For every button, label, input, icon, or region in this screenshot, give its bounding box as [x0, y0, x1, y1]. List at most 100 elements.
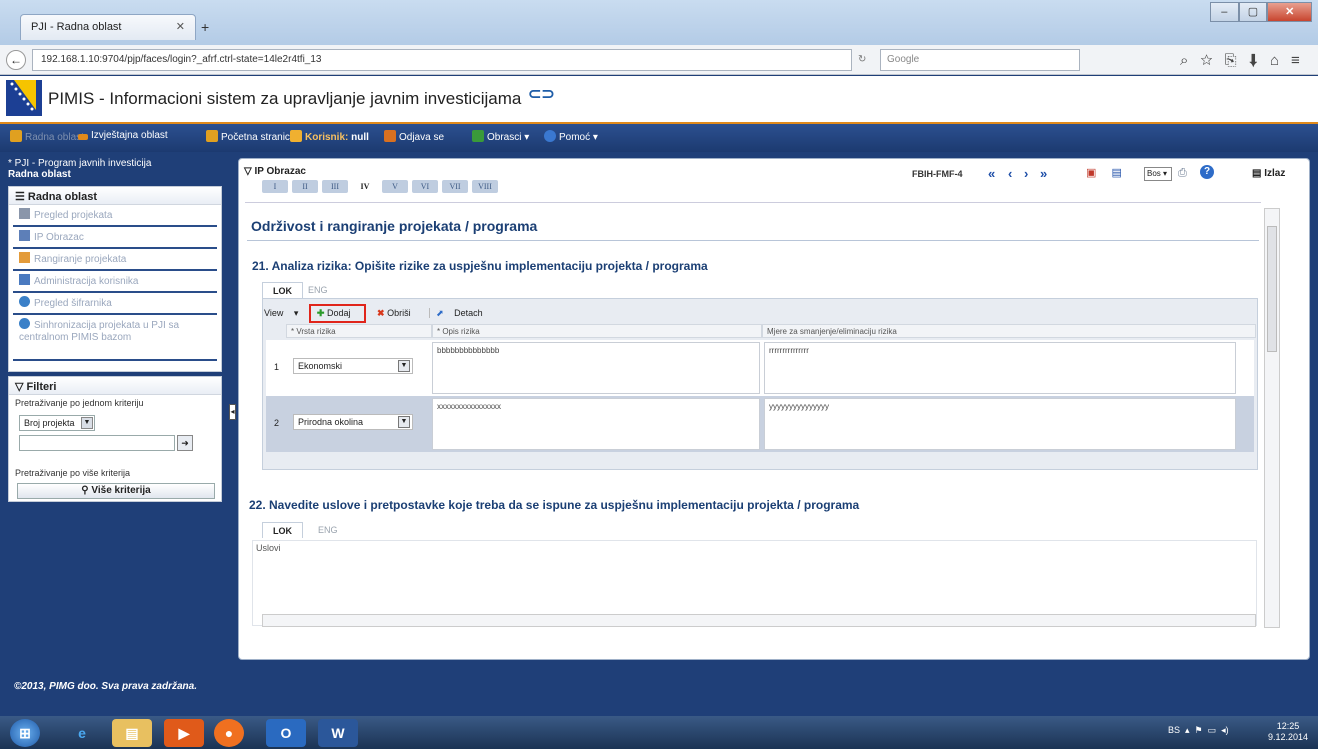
- close-window-icon[interactable]: ✕: [1267, 2, 1313, 22]
- tab-eng-21[interactable]: ENG: [298, 282, 338, 298]
- more-criteria-button[interactable]: ⚲ Više kriterija: [17, 483, 215, 499]
- sidebar-item-pregled-projekata[interactable]: Pregled projekata: [13, 205, 217, 227]
- tab-8[interactable]: VIII: [472, 180, 498, 193]
- browser-toolbar-icons[interactable]: ⌕☆⎘⬇⌂≡: [1180, 52, 1312, 69]
- menu-label: Pomoć: [559, 132, 591, 143]
- tab-7[interactable]: VII: [442, 180, 468, 193]
- search-placeholder: Google: [887, 54, 920, 65]
- horizontal-scrollbar[interactable]: [262, 614, 1256, 627]
- clock[interactable]: 12:25 9.12.2014: [1268, 721, 1308, 743]
- explorer-icon[interactable]: ▤: [112, 719, 152, 747]
- menu-obrasci[interactable]: Obrasci ▾: [472, 130, 529, 143]
- sidebar-item-administracija[interactable]: Administracija korisnika: [13, 271, 217, 293]
- minimize-icon[interactable]: –: [1210, 2, 1239, 22]
- risk-desc-textarea[interactable]: bbbbbbbbbbbbbb: [432, 342, 760, 394]
- tab-5[interactable]: V: [382, 180, 408, 193]
- new-tab-icon[interactable]: +: [201, 19, 209, 35]
- ie-icon[interactable]: e: [62, 719, 102, 747]
- col-header-type[interactable]: * Vrsta rizika: [286, 324, 432, 338]
- sidebar-item-ip-obrazac[interactable]: IP Obrazac: [13, 227, 217, 249]
- save-icon[interactable]: ▤: [1111, 167, 1121, 179]
- tab-eng-22[interactable]: ENG: [308, 522, 348, 538]
- radna-panel-title[interactable]: ☰ Radna oblast: [9, 187, 221, 205]
- crumb-program: * PJI - Program javnih investicija: [8, 158, 152, 169]
- form-code: FBIH-FMF-4: [912, 169, 963, 179]
- list-icon: [19, 208, 30, 219]
- tray-language: BS: [1168, 725, 1181, 735]
- browser-tab[interactable]: PJI - Radna oblast ✕: [20, 14, 196, 40]
- print-icon[interactable]: ⎙: [1178, 167, 1187, 180]
- word-icon[interactable]: W: [318, 719, 358, 747]
- main-menu: Radna oblast Izvještajna oblast Početna …: [0, 122, 1318, 152]
- detach-button[interactable]: ⬈ Detach: [429, 308, 491, 318]
- col-header-measures[interactable]: Mjere za smanjenje/eliminaciju rizika: [762, 324, 1256, 338]
- last-page-icon[interactable]: »: [1040, 166, 1047, 181]
- help-icon[interactable]: ?: [1200, 165, 1214, 179]
- exit-button[interactable]: ▤ Izlaz: [1252, 168, 1285, 179]
- delete-button[interactable]: ✖ Obriši: [377, 308, 419, 318]
- filter-go-button[interactable]: ➜: [177, 435, 193, 451]
- url-bar[interactable]: 192.168.1.10:9704/pjp/faces/login?_afrf.…: [32, 49, 852, 71]
- menu-pocetna[interactable]: Početna stranica: [206, 130, 296, 143]
- risk-type-select[interactable]: Prirodna okolina ▼: [293, 414, 413, 430]
- table-row[interactable]: 1 Ekonomski ▼ bbbbbbbbbbbbbb rrrrrrrrrrrr…: [266, 340, 1254, 396]
- system-tray[interactable]: BS ▴ ⚑ ▭ ◂): [1168, 725, 1229, 736]
- chevron-down-icon: ▼: [398, 416, 410, 428]
- section-title: Održivost i rangiranje projekata / progr…: [251, 218, 538, 234]
- panel-header[interactable]: ▽ IP Obrazac: [244, 166, 306, 177]
- close-tab-icon[interactable]: ✕: [176, 20, 185, 33]
- filter-value-input[interactable]: [19, 435, 175, 451]
- filters-title[interactable]: ▽ Filteri: [9, 377, 221, 395]
- media-icon[interactable]: ▶: [164, 719, 204, 747]
- sidebar-item-rangiranje[interactable]: Rangiranje projekata: [13, 249, 217, 271]
- maximize-icon[interactable]: ▢: [1238, 2, 1268, 22]
- language-value: Bos: [1147, 169, 1161, 178]
- scrollbar-thumb[interactable]: [1267, 226, 1277, 352]
- tab-6[interactable]: VI: [412, 180, 438, 193]
- tab-4[interactable]: IV: [352, 180, 378, 193]
- clock-time: 12:25: [1276, 721, 1300, 731]
- tab-lok-21[interactable]: LOK: [262, 282, 303, 298]
- firefox-icon[interactable]: ●: [214, 719, 244, 747]
- filters-panel: ▽ Filteri Pretraživanje po jednom kriter…: [8, 376, 222, 502]
- sidebar-item-sifrarnik[interactable]: Pregled šifrarnika: [13, 293, 217, 315]
- menu-label: Početna stranica: [221, 132, 296, 143]
- menu-korisnik[interactable]: Korisnik: null: [290, 130, 369, 143]
- filter-criterion-select[interactable]: Broj projekta ▼: [19, 415, 95, 431]
- tab-1[interactable]: I: [262, 180, 288, 193]
- menu-pomoc[interactable]: Pomoć ▾: [544, 130, 598, 143]
- risk-measures-textarea[interactable]: rrrrrrrrrrrrrrr: [764, 342, 1236, 394]
- home-icon: [206, 130, 218, 142]
- roman-tabs: I II III IV V VI VII VIII: [262, 180, 502, 194]
- col-header-desc[interactable]: * Opis rizika: [432, 324, 762, 338]
- table-row[interactable]: 2 Prirodna okolina ▼ xxxxxxxxxxxxxxxx yyy…: [266, 396, 1254, 452]
- collapse-sidebar-handle[interactable]: ◂: [229, 404, 236, 420]
- tab-lok-22[interactable]: LOK: [262, 522, 303, 538]
- pdf-icon[interactable]: ▣: [1086, 167, 1096, 179]
- next-page-icon[interactable]: ›: [1024, 166, 1028, 181]
- language-select[interactable]: Bos ▾: [1144, 167, 1172, 181]
- outlook-icon[interactable]: O: [266, 719, 306, 747]
- sidebar-item-sinhronizacija[interactable]: Sinhronizacija projekata u PJI sa centra…: [13, 315, 217, 361]
- search-input[interactable]: Google: [880, 49, 1080, 71]
- menu-izvjestajna[interactable]: Izvještajna oblast: [78, 130, 168, 141]
- view-menu[interactable]: View ▾: [264, 308, 298, 318]
- risk-measures-textarea[interactable]: yyyyyyyyyyyyyyy: [764, 398, 1236, 450]
- prev-page-icon[interactable]: ‹: [1008, 166, 1012, 181]
- risk-desc-textarea[interactable]: xxxxxxxxxxxxxxxx: [432, 398, 760, 450]
- chevron-down-icon: ▼: [81, 417, 93, 429]
- sync-icon: [19, 318, 30, 329]
- start-icon[interactable]: ⊞: [10, 719, 40, 747]
- menu-odjava[interactable]: Odjava se: [384, 130, 444, 143]
- window-controls: – ▢ ✕: [1210, 2, 1313, 22]
- back-icon[interactable]: ←: [6, 50, 26, 70]
- row-number: 1: [274, 362, 280, 372]
- add-button[interactable]: ✚ Dodaj: [308, 304, 367, 323]
- menu-radna-oblast[interactable]: Radna oblast: [10, 130, 84, 143]
- tab-3[interactable]: III: [322, 180, 348, 193]
- tab-2[interactable]: II: [292, 180, 318, 193]
- risk-type-select[interactable]: Ekonomski ▼: [293, 358, 413, 374]
- first-page-icon[interactable]: «: [988, 166, 995, 181]
- refresh-icon[interactable]: ↻: [858, 54, 866, 65]
- breadcrumb: * PJI - Program javnih investicija Radna…: [8, 158, 151, 180]
